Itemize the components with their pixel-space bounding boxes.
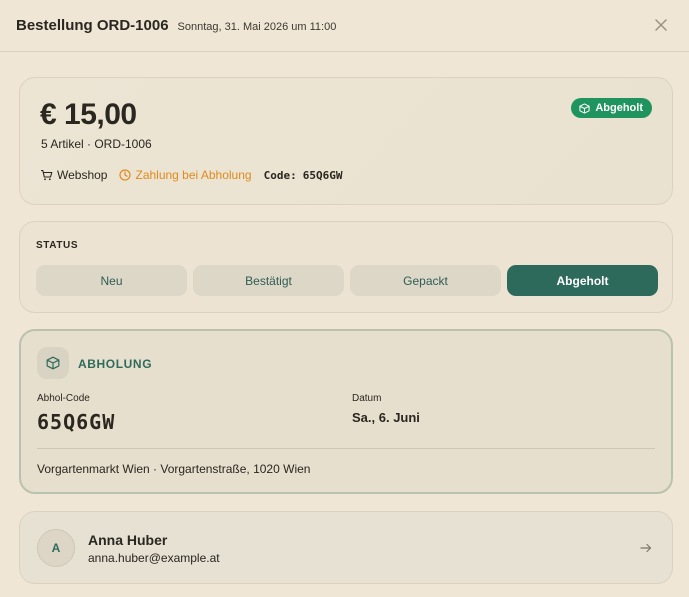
- pickup-card: ABHOLUNG Abhol-Code Datum 65Q6GW Sa., 6.…: [19, 329, 673, 494]
- arrow-right-icon: [640, 543, 652, 553]
- package-icon: [46, 356, 60, 370]
- pickup-date: Sa., 6. Juni: [352, 410, 420, 425]
- cart-icon: [41, 169, 53, 181]
- order-code: 65Q6GW: [302, 168, 343, 182]
- order-datetime: Sonntag, 31. Mai 2026 um 11:00: [177, 20, 337, 33]
- avatar: A: [37, 529, 75, 567]
- status-card: STATUS Neu Bestätigt Gepackt Abgeholt: [19, 221, 673, 313]
- payment-label: Zahlung bei Abholung: [135, 168, 252, 182]
- close-icon: [655, 19, 667, 31]
- status-step-neu[interactable]: Neu: [36, 265, 187, 296]
- close-button[interactable]: [651, 15, 671, 35]
- payment-item: Zahlung bei Abholung: [119, 168, 252, 182]
- pickup-code-label: Abhol-Code: [37, 393, 90, 404]
- customer-email: anna.huber@example.at: [88, 551, 220, 565]
- customer-open-button[interactable]: [638, 540, 654, 556]
- order-meta: Webshop Zahlung bei Abholung Code: 65Q6G…: [40, 168, 342, 182]
- page-title: Bestellung ORD-1006: [16, 17, 169, 34]
- status-step-bestaetigt[interactable]: Bestätigt: [193, 265, 344, 296]
- status-step-gepackt[interactable]: Gepackt: [350, 265, 501, 296]
- status-badge: Abgeholt: [571, 98, 652, 118]
- package-icon: [579, 102, 590, 114]
- pickup-date-label: Datum: [352, 393, 382, 404]
- dialog-header: Bestellung ORD-1006 Sonntag, 31. Mai 202…: [0, 0, 689, 52]
- pickup-code: 65Q6GW: [37, 410, 116, 434]
- status-steps: Neu Bestätigt Gepackt Abgeholt: [36, 265, 658, 296]
- order-amount: € 15,00: [40, 98, 137, 131]
- customer-name: Anna Huber: [88, 532, 168, 548]
- status-step-abgeholt[interactable]: Abgeholt: [507, 265, 658, 296]
- code-label: Code:: [263, 168, 297, 182]
- divider: [37, 448, 655, 449]
- pickup-title: ABHOLUNG: [78, 357, 153, 371]
- pickup-icon-box: [37, 347, 69, 379]
- source-item: Webshop: [40, 168, 107, 182]
- items-count: 5 Artikel · ORD-1006: [41, 137, 152, 151]
- status-badge-label: Abgeholt: [595, 102, 643, 114]
- source-label: Webshop: [57, 168, 108, 182]
- clock-icon: [119, 169, 132, 181]
- pickup-address: Vorgartenmarkt Wien · Vorgartenstraße, 1…: [37, 462, 311, 476]
- order-summary-card: € 15,00 5 Artikel · ORD-1006 Abgeholt We…: [19, 77, 673, 205]
- customer-card[interactable]: A Anna Huber anna.huber@example.at: [19, 511, 673, 584]
- status-heading: STATUS: [36, 240, 79, 251]
